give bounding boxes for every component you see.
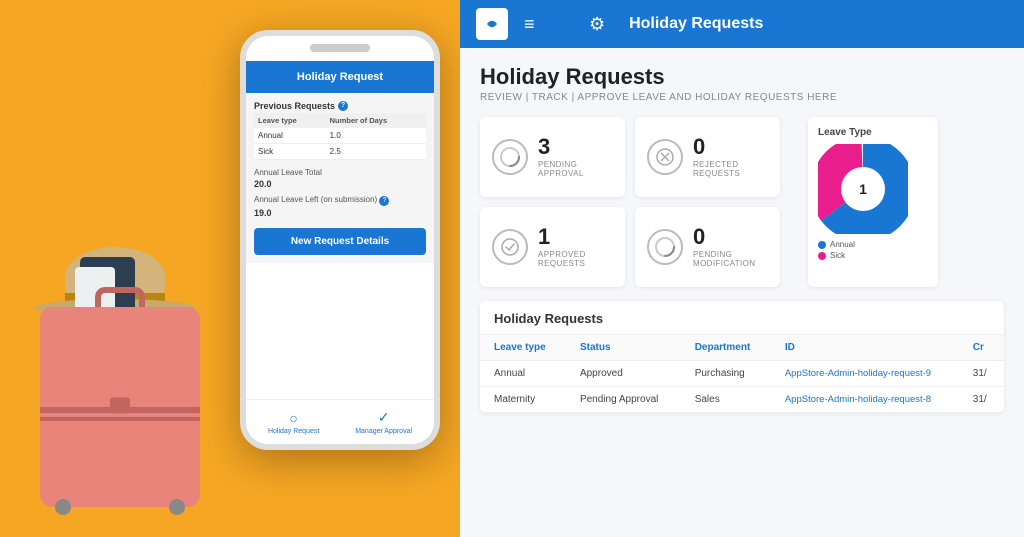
previous-requests-label: Previous Requests ? xyxy=(254,101,426,111)
cell-department: Sales xyxy=(681,387,771,413)
stat-card: 3 PENDING APPROVAL xyxy=(480,117,625,197)
stat-icon xyxy=(492,139,528,175)
pie-chart: 1 xyxy=(818,144,908,234)
footer-holiday-label: Holiday Request xyxy=(268,428,319,435)
table-row: Annual Approved Purchasing AppStore-Admi… xyxy=(480,361,1004,387)
page-subtitle: REVIEW | TRACK | APPROVE LEAVE AND HOLID… xyxy=(480,92,1004,103)
phone-header: Holiday Request xyxy=(246,61,434,93)
stats-grid: 3 PENDING APPROVAL 0 REJECTED REQUESTS 1… xyxy=(480,117,780,287)
phone-days: 1.0 xyxy=(326,128,426,144)
wheel-right xyxy=(169,499,185,515)
phone-table-row: Sick2.5 xyxy=(254,144,426,160)
chart-area: Leave Type 1 Annual xyxy=(808,117,938,287)
phone-table-row: Annual1.0 xyxy=(254,128,426,144)
legend-annual-dot xyxy=(818,241,826,249)
legend-annual-label: Annual xyxy=(830,240,855,249)
id-link[interactable]: AppStore-Admin-holiday-request-8 xyxy=(785,394,931,405)
holiday-requests-table: Leave typeStatusDepartmentIDCr Annual Ap… xyxy=(480,335,1004,413)
new-request-button[interactable]: New Request Details xyxy=(254,228,426,255)
table-header: Cr xyxy=(959,335,1004,361)
stat-number: 0 xyxy=(693,226,768,248)
annual-leave-left-label: Annual Leave Left (on submission) ? xyxy=(254,195,426,206)
holiday-requests-table-section: Holiday Requests Leave typeStatusDepartm… xyxy=(480,301,1004,413)
cell-leave-type: Maternity xyxy=(480,387,566,413)
table-header: ID xyxy=(771,335,959,361)
footer-holiday-request[interactable]: ○ Holiday Request xyxy=(268,410,319,435)
phone-leave-type: Sick xyxy=(254,144,326,160)
table-row: Maternity Pending Approval Sales AppStor… xyxy=(480,387,1004,413)
topbar-title: Holiday Requests xyxy=(629,15,763,33)
wheel-left xyxy=(55,499,71,515)
col-leave-type: Leave type xyxy=(254,113,326,128)
suitcase-handle xyxy=(95,287,145,307)
stat-icon xyxy=(492,229,528,265)
chart-legend: Annual Sick xyxy=(818,240,928,260)
chart-title: Leave Type xyxy=(818,127,928,138)
phone-days: 2.5 xyxy=(326,144,426,160)
col-days: Number of Days xyxy=(326,113,426,128)
stat-icon xyxy=(647,229,683,265)
previous-requests-table: Leave type Number of Days Annual1.0Sick2… xyxy=(254,113,426,160)
annual-leave-total-label: Annual Leave Total xyxy=(254,168,426,177)
stat-icon xyxy=(647,139,683,175)
table-header: Department xyxy=(681,335,771,361)
legend-sick-dot xyxy=(818,252,826,260)
suitcase-lock xyxy=(110,397,130,413)
legend-sick: Sick xyxy=(818,251,928,260)
cell-created: 31/ xyxy=(959,387,1004,413)
table-section-title: Holiday Requests xyxy=(480,301,1004,335)
phone-footer: ○ Holiday Request ✓ Manager Approval xyxy=(246,399,434,444)
suitcase-stripe2 xyxy=(40,417,200,421)
footer-approval-icon: ✓ xyxy=(355,409,412,426)
stat-label: PENDING APPROVAL xyxy=(538,160,613,178)
illustration xyxy=(20,97,220,517)
annual-leave-total-value: 20.0 xyxy=(254,179,426,189)
right-panel: ≡ 👤 ⚙ Holiday Requests Holiday Requests … xyxy=(460,0,1024,537)
cell-created: 31/ xyxy=(959,361,1004,387)
left-panel: Holiday Request Previous Requests ? Leav… xyxy=(0,0,460,537)
cell-id[interactable]: AppStore-Admin-holiday-request-9 xyxy=(771,361,959,387)
phone-leave-type: Annual xyxy=(254,128,326,144)
main-content: Holiday Requests REVIEW | TRACK | APPROV… xyxy=(460,48,1024,537)
annual-leave-left-value: 19.0 xyxy=(254,208,426,218)
cell-id[interactable]: AppStore-Admin-holiday-request-8 xyxy=(771,387,959,413)
help-icon-2[interactable]: ? xyxy=(379,196,389,206)
menu-icon[interactable]: ≡ xyxy=(524,14,535,35)
table-header: Leave type xyxy=(480,335,566,361)
cell-leave-type: Annual xyxy=(480,361,566,387)
logo-icon xyxy=(482,14,502,34)
id-link[interactable]: AppStore-Admin-holiday-request-9 xyxy=(785,368,931,379)
cell-status: Approved xyxy=(566,361,681,387)
table-header: Status xyxy=(566,335,681,361)
suitcase-wheels xyxy=(55,499,185,515)
chart-center-number: 1 xyxy=(859,181,867,197)
cell-status: Pending Approval xyxy=(566,387,681,413)
page-title: Holiday Requests xyxy=(480,64,1004,90)
stat-label: PENDING MODIFICATION xyxy=(693,250,768,268)
legend-sick-label: Sick xyxy=(830,251,845,260)
settings-icon[interactable]: ⚙ xyxy=(589,14,605,35)
phone-notch xyxy=(310,44,370,52)
stat-label: REJECTED REQUESTS xyxy=(693,160,768,178)
stat-number: 1 xyxy=(538,226,613,248)
phone-content: Holiday Request Previous Requests ? Leav… xyxy=(246,61,434,414)
footer-manager-approval[interactable]: ✓ Manager Approval xyxy=(355,409,412,435)
user-icon[interactable]: 👤 xyxy=(551,14,573,35)
footer-approval-label: Manager Approval xyxy=(355,428,412,435)
topbar: ≡ 👤 ⚙ Holiday Requests xyxy=(460,0,1024,48)
stat-card: 1 APPROVED REQUESTS xyxy=(480,207,625,287)
app-logo[interactable] xyxy=(476,8,508,40)
stat-label: APPROVED REQUESTS xyxy=(538,250,613,268)
stat-card: 0 REJECTED REQUESTS xyxy=(635,117,780,197)
footer-holiday-icon: ○ xyxy=(268,410,319,426)
legend-annual: Annual xyxy=(818,240,928,249)
help-icon[interactable]: ? xyxy=(338,101,348,111)
stat-number: 3 xyxy=(538,136,613,158)
stat-card: 0 PENDING MODIFICATION xyxy=(635,207,780,287)
phone-body: Previous Requests ? Leave type Number of… xyxy=(246,93,434,263)
cell-department: Purchasing xyxy=(681,361,771,387)
suitcase xyxy=(40,307,200,507)
stat-number: 0 xyxy=(693,136,768,158)
phone-mockup: Holiday Request Previous Requests ? Leav… xyxy=(240,30,440,450)
